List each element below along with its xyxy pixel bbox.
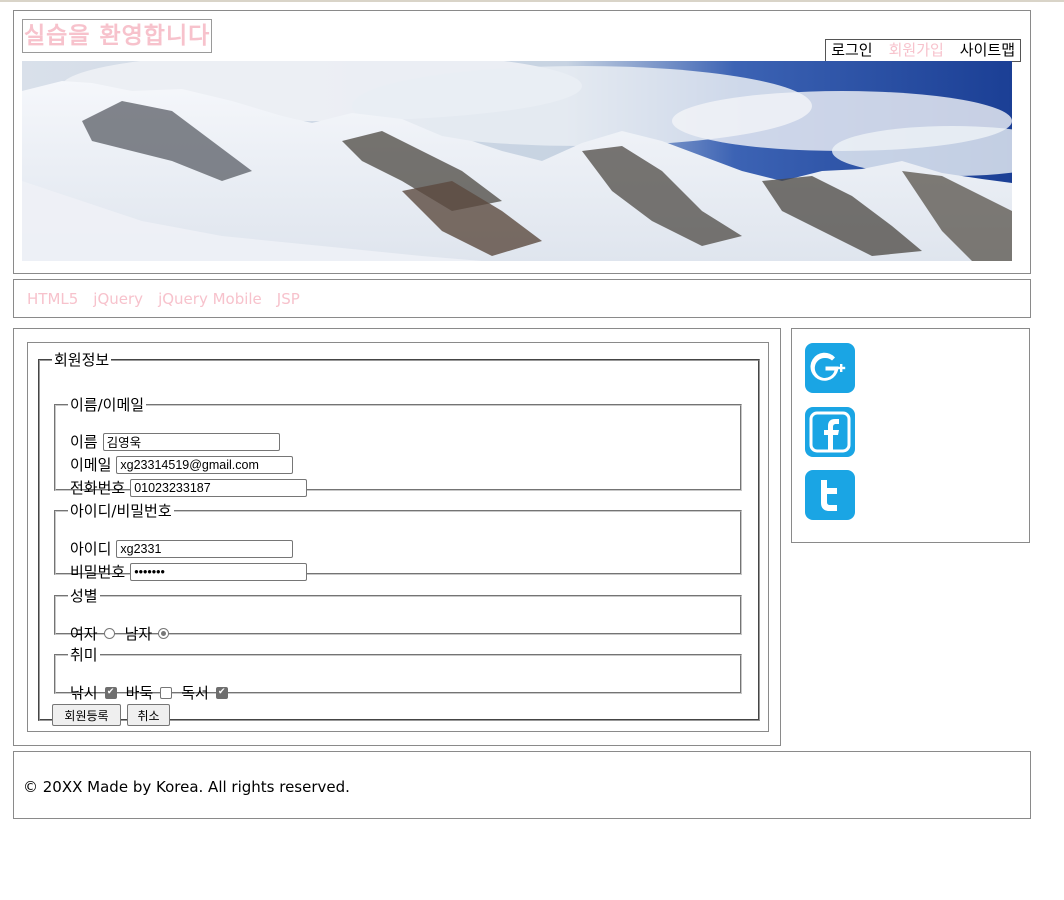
phone-input[interactable]: [130, 478, 308, 497]
facebook-icon[interactable]: [805, 407, 855, 457]
main-nav: HTML5 jQuery jQuery Mobile JSP: [13, 279, 1031, 318]
id-input[interactable]: [116, 539, 294, 558]
male-radio[interactable]: [158, 628, 170, 639]
name-email-legend: 이름/이메일: [70, 396, 145, 414]
top-menu: 로그인 회원가입 사이트맵: [825, 39, 1021, 62]
password-label: 비밀번호: [70, 563, 126, 581]
hobby-legend: 취미: [70, 646, 98, 664]
form-container: 회원정보 이름/이메일 이름 이메일 전화번호 아이디/비밀번호: [27, 342, 769, 732]
female-radio[interactable]: [103, 628, 115, 639]
copyright-text: © 20XX Made by Korea. All rights reserve…: [23, 778, 350, 796]
member-info-legend: 회원정보: [54, 351, 110, 369]
name-email-fieldset: 이름/이메일 이름 이메일 전화번호: [54, 394, 742, 497]
signup-link[interactable]: 회원가입: [889, 41, 944, 60]
male-label: 남자: [124, 625, 153, 643]
banner-image-mountains: [22, 61, 1012, 261]
password-input[interactable]: [130, 562, 308, 581]
nav-link-html5[interactable]: HTML5: [27, 290, 78, 308]
top-border-line: [0, 0, 1064, 2]
gender-legend: 성별: [70, 587, 98, 605]
hobby-reading-label: 독서: [181, 684, 209, 702]
cancel-button[interactable]: 취소: [127, 704, 170, 726]
hobby-baduk-label: 바둑: [125, 684, 154, 702]
phone-label: 전화번호: [70, 479, 126, 497]
google-plus-icon[interactable]: [805, 343, 855, 393]
email-label: 이메일: [70, 456, 112, 474]
main-content: 회원정보 이름/이메일 이름 이메일 전화번호 아이디/비밀번호: [13, 328, 781, 746]
hobby-reading-checkbox[interactable]: ✔: [215, 686, 228, 699]
member-info-fieldset: 회원정보 이름/이메일 이름 이메일 전화번호 아이디/비밀번호: [38, 349, 760, 726]
female-label: 여자: [70, 625, 98, 643]
social-sidebar: [791, 328, 1030, 543]
account-legend: 아이디/비밀번호: [70, 502, 172, 520]
name-input[interactable]: [102, 432, 280, 451]
gender-fieldset: 성별 여자 남자: [54, 585, 742, 643]
account-fieldset: 아이디/비밀번호 아이디 비밀번호: [54, 500, 742, 581]
name-label: 이름: [70, 433, 98, 451]
header: 실습을 환영합니다 로그인 회원가입 사이트맵: [13, 10, 1031, 274]
hobby-fieldset: 취미 낚시 ✔ 바둑 독서 ✔: [54, 644, 742, 702]
nav-link-jquery-mobile[interactable]: jQuery Mobile: [158, 290, 262, 308]
hobby-baduk-checkbox[interactable]: [160, 686, 173, 699]
hobby-fishing-label: 낚시: [70, 684, 98, 702]
footer: © 20XX Made by Korea. All rights reserve…: [13, 751, 1031, 819]
login-link[interactable]: 로그인: [831, 41, 872, 60]
twitter-icon[interactable]: [805, 470, 855, 520]
submit-button[interactable]: 회원등록: [52, 704, 121, 726]
site-title[interactable]: 실습을 환영합니다: [22, 19, 213, 53]
hobby-fishing-checkbox[interactable]: ✔: [104, 686, 117, 699]
sitemap-link[interactable]: 사이트맵: [960, 41, 1015, 60]
nav-link-jquery[interactable]: jQuery: [93, 290, 143, 308]
email-input[interactable]: [116, 455, 294, 474]
nav-link-jsp[interactable]: JSP: [277, 290, 300, 308]
id-label: 아이디: [70, 540, 112, 558]
